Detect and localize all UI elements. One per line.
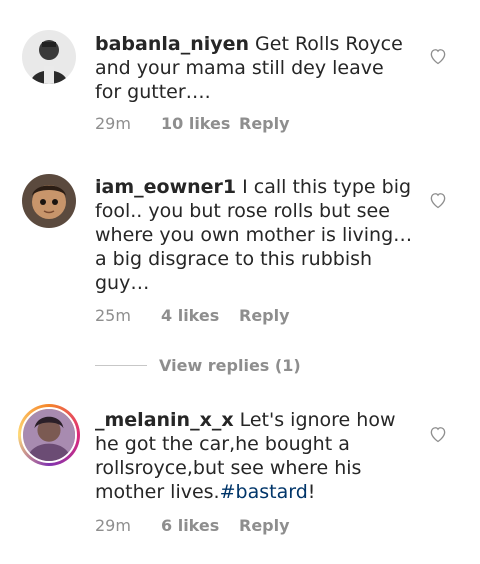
hashtag-link[interactable]: #bastard [220, 481, 308, 503]
reply-button[interactable]: Reply [239, 114, 290, 133]
comment-meta: 25m 4 likes Reply [95, 306, 290, 325]
avatar[interactable] [22, 30, 76, 84]
comment-meta: 29m 6 likes Reply [95, 516, 290, 535]
comment-text: babanla_niyen Get Rolls Royce and your ma… [95, 32, 413, 104]
divider-line [95, 365, 147, 366]
heart-icon[interactable] [428, 424, 448, 444]
comment-body-end: ! [307, 481, 316, 503]
comment-time: 29m [95, 516, 131, 535]
reply-button[interactable]: Reply [239, 306, 290, 325]
view-replies[interactable]: View replies (1) [95, 356, 301, 375]
comment-time: 25m [95, 306, 131, 325]
comment-likes[interactable]: 10 likes [161, 114, 239, 133]
avatar [21, 407, 77, 463]
comment-username[interactable]: babanla_niyen [95, 33, 249, 55]
comment-username[interactable]: _melanin_x_x [95, 409, 234, 431]
comment-username[interactable]: iam_eowner1 [95, 176, 236, 198]
comment-likes[interactable]: 6 likes [161, 516, 239, 535]
avatar-story-ring[interactable] [18, 404, 80, 466]
comment-time: 29m [95, 114, 131, 133]
avatar[interactable] [22, 174, 76, 228]
comment-meta: 29m 10 likes Reply [95, 114, 290, 133]
heart-icon[interactable] [428, 190, 448, 210]
reply-button[interactable]: Reply [239, 516, 290, 535]
comment-text: iam_eowner1 I call this type big fool.. y… [95, 175, 413, 295]
heart-icon[interactable] [428, 46, 448, 66]
view-replies-button[interactable]: View replies (1) [159, 356, 301, 375]
comment-text: _melanin_x_x Let's ignore how he got the … [95, 408, 413, 504]
comment-likes[interactable]: 4 likes [161, 306, 239, 325]
